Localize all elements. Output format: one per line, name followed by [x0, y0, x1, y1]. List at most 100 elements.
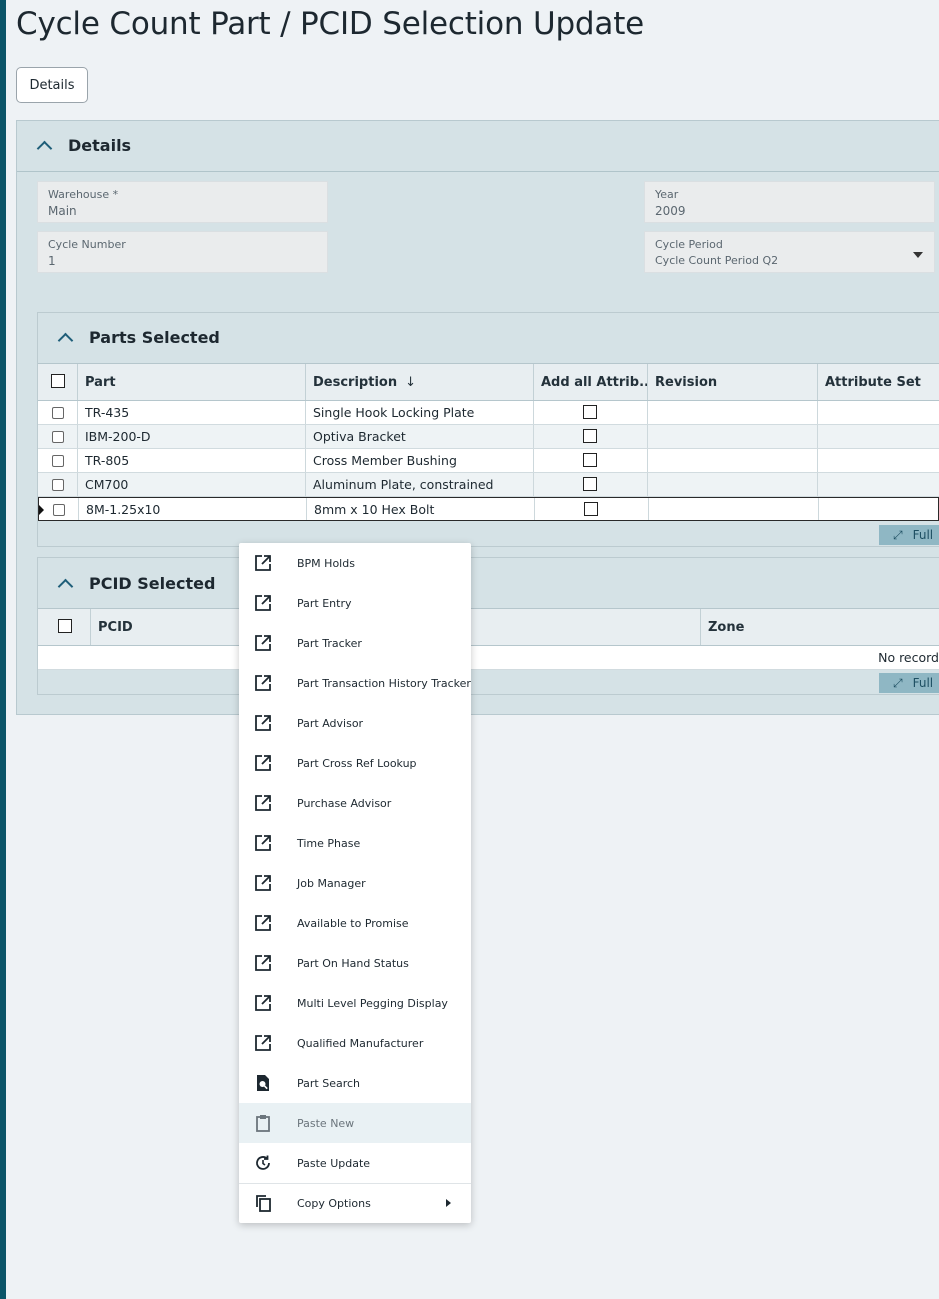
cell-add-all-attributes — [534, 498, 648, 520]
cycle-number-label: Cycle Number — [48, 238, 126, 251]
menu-item-part-tracker[interactable]: Part Tracker — [239, 623, 471, 663]
warehouse-field[interactable]: Warehouse * Main — [37, 181, 328, 223]
menu-item-label: Part Advisor — [297, 716, 364, 730]
open-external-icon — [255, 835, 271, 851]
refresh-icon — [256, 1155, 270, 1170]
left-rail — [0, 0, 6, 1299]
cell-attribute-set — [817, 473, 939, 496]
document-search-icon — [257, 1075, 269, 1091]
open-external-icon — [255, 755, 271, 771]
cycle-number-field[interactable]: Cycle Number 1 — [37, 231, 328, 273]
context-menu: BPM Holds Part Entry Part Tracker Part T… — [239, 543, 471, 1223]
table-row-selected[interactable]: 8M-1.25x10 8mm x 10 Hex Bolt — [38, 497, 939, 521]
table-row[interactable]: IBM-200-D Optiva Bracket — [38, 425, 939, 449]
menu-item-part-cross-ref-lookup[interactable]: Part Cross Ref Lookup — [239, 743, 471, 783]
menu-item-time-phase[interactable]: Time Phase — [239, 823, 471, 863]
empty-row: No record — [38, 646, 939, 670]
menu-item-label: Qualified Manufacturer — [297, 1036, 424, 1050]
add-all-attributes-checkbox[interactable] — [583, 477, 597, 491]
cell-revision — [647, 425, 817, 448]
menu-item-part-transaction-history-tracker[interactable]: Part Transaction History Tracker — [239, 663, 471, 703]
menu-item-paste-update[interactable]: Paste Update — [239, 1143, 471, 1183]
cell-add-all-attributes — [533, 401, 647, 424]
menu-item-part-advisor[interactable]: Part Advisor — [239, 703, 471, 743]
menu-item-part-entry[interactable]: Part Entry — [239, 583, 471, 623]
year-value: 2009 — [655, 204, 686, 218]
open-external-icon — [255, 795, 271, 811]
copy-icon — [256, 1195, 271, 1212]
pcid-fullscreen-label: Full — [912, 676, 934, 690]
menu-item-purchase-advisor[interactable]: Purchase Advisor — [239, 783, 471, 823]
cell-description: Optiva Bracket — [305, 425, 533, 448]
menu-item-bpm-holds[interactable]: BPM Holds — [239, 543, 471, 583]
col-revision[interactable]: Revision — [647, 364, 817, 400]
add-all-attributes-checkbox[interactable] — [583, 429, 597, 443]
row-checkbox[interactable] — [52, 407, 64, 419]
menu-item-qualified-manufacturer[interactable]: Qualified Manufacturer — [239, 1023, 471, 1063]
menu-item-label: Paste New — [297, 1116, 355, 1130]
open-external-icon — [255, 1035, 271, 1051]
parts-grid-header: Part Description ↓ Add all Attrib... Rev… — [38, 363, 939, 401]
col-zone[interactable]: Zone — [700, 609, 939, 645]
menu-item-multi-level-pegging-display[interactable]: Multi Level Pegging Display — [239, 983, 471, 1023]
chevron-up-icon[interactable] — [57, 332, 74, 349]
details-button[interactable]: Details — [16, 67, 88, 103]
menu-item-copy-options[interactable]: Copy Options — [239, 1183, 471, 1223]
cell-revision — [647, 401, 817, 424]
chevron-up-icon[interactable] — [36, 140, 53, 157]
pcid-fullscreen-button[interactable]: ⤢ Full — [879, 673, 939, 693]
year-field[interactable]: Year 2009 — [644, 181, 935, 223]
col-attribute-set[interactable]: Attribute Set — [817, 364, 939, 400]
col-description[interactable]: Description ↓ — [305, 364, 533, 400]
cell-description: Aluminum Plate, constrained — [305, 473, 533, 496]
current-row-indicator-icon — [39, 505, 44, 515]
year-label: Year — [655, 188, 679, 201]
add-all-attributes-checkbox[interactable] — [583, 453, 597, 467]
row-checkbox[interactable] — [52, 455, 64, 467]
menu-item-job-manager[interactable]: Job Manager — [239, 863, 471, 903]
table-row[interactable]: CM700 Aluminum Plate, constrained — [38, 473, 939, 497]
pcid-selected-title: PCID Selected — [89, 574, 216, 593]
menu-item-label: Available to Promise — [297, 916, 409, 930]
pcid-grid-header: PCID Zone — [38, 608, 939, 646]
open-external-icon — [255, 715, 271, 731]
cycle-period-dropdown[interactable]: Cycle Period Cycle Count Period Q2 — [644, 231, 935, 273]
select-all-pcid-checkbox[interactable] — [58, 619, 72, 633]
menu-item-label: Part Transaction History Tracker — [297, 676, 471, 690]
menu-item-label: Part Entry — [297, 596, 352, 610]
menu-item-part-search[interactable]: Part Search — [239, 1063, 471, 1103]
cycle-period-label: Cycle Period — [655, 238, 723, 251]
details-panel-header[interactable]: Details — [17, 121, 939, 172]
menu-item-label: Multi Level Pegging Display — [297, 996, 448, 1010]
cell-description: Cross Member Bushing — [305, 449, 533, 472]
col-part[interactable]: Part — [77, 364, 305, 400]
open-external-icon — [255, 915, 271, 931]
table-row[interactable]: TR-435 Single Hook Locking Plate — [38, 401, 939, 425]
cell-part: 8M-1.25x10 — [78, 498, 306, 520]
open-external-icon — [255, 595, 271, 611]
chevron-up-icon[interactable] — [57, 578, 74, 595]
select-all-parts-checkbox[interactable] — [51, 374, 65, 388]
menu-item-part-on-hand-status[interactable]: Part On Hand Status — [239, 943, 471, 983]
open-external-icon — [255, 995, 271, 1011]
row-checkbox[interactable] — [52, 431, 64, 443]
cell-revision — [647, 449, 817, 472]
menu-item-label: BPM Holds — [297, 556, 355, 570]
row-checkbox[interactable] — [53, 504, 65, 516]
parts-selected-title: Parts Selected — [89, 328, 220, 347]
col-add-all-attributes[interactable]: Add all Attrib... — [533, 364, 647, 400]
cell-description: 8mm x 10 Hex Bolt — [306, 498, 534, 520]
warehouse-value: Main — [48, 204, 77, 218]
cell-revision — [648, 498, 818, 520]
menu-item-label: Job Manager — [297, 876, 366, 890]
parts-fullscreen-button[interactable]: ⤢ Full — [879, 525, 939, 545]
row-checkbox[interactable] — [52, 479, 64, 491]
menu-item-paste-new[interactable]: Paste New — [239, 1103, 471, 1143]
chevron-down-icon[interactable] — [913, 252, 923, 258]
table-row[interactable]: TR-805 Cross Member Bushing — [38, 449, 939, 473]
add-all-attributes-checkbox[interactable] — [583, 405, 597, 419]
menu-item-label: Paste Update — [297, 1156, 371, 1170]
menu-item-available-to-promise[interactable]: Available to Promise — [239, 903, 471, 943]
open-external-icon — [255, 875, 271, 891]
add-all-attributes-checkbox[interactable] — [584, 502, 598, 516]
